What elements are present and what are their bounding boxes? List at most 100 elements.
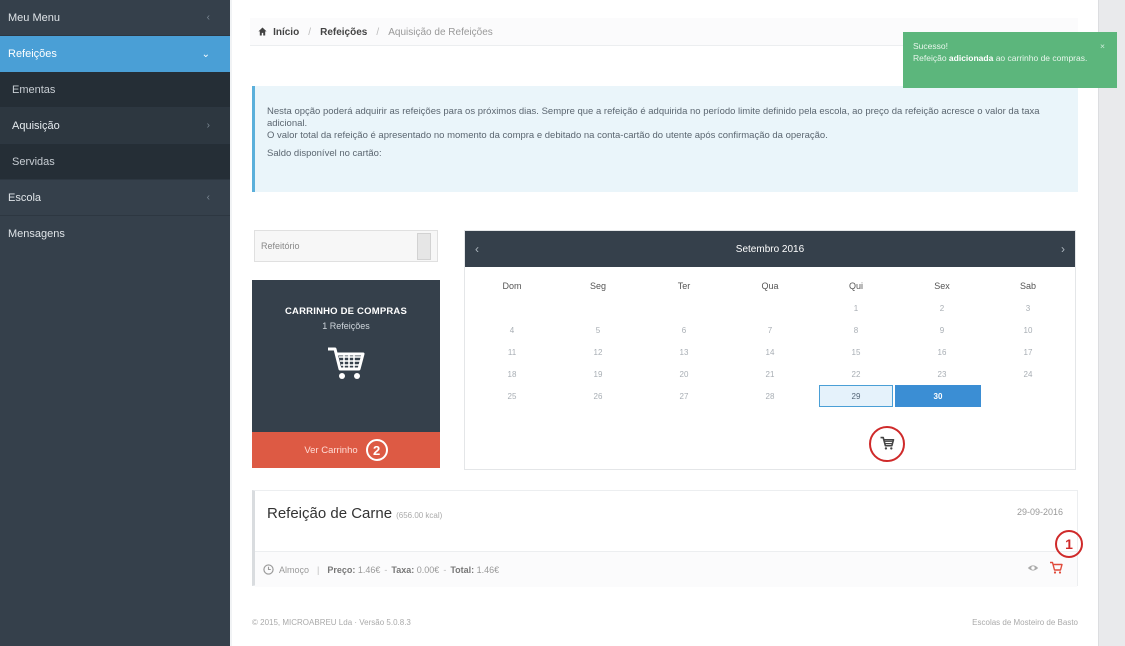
calendar-day[interactable]: 22 [813,363,899,385]
meal-card: Refeição de Carne (656.00 kcal) 29-09-201… [252,490,1078,587]
footer-school: Escolas de Mosteiro de Basto [972,618,1078,627]
calendar-day-today[interactable]: 30 [895,385,981,407]
sidebar-item-aquisicao[interactable]: Aquisição › [0,108,230,144]
calendar-day[interactable]: 21 [727,363,813,385]
scrollbar[interactable] [1098,0,1125,646]
main-content: Início / Refeições / Aquisição de Refeiç… [232,0,1098,646]
calendar-day-header: Seg [589,281,606,291]
sidebar-item-meu-menu[interactable]: Meu Menu ‹ [0,0,230,36]
sidebar: Meu Menu ‹ Refeições ⌄ Ementas Aquisição… [0,0,230,646]
sidebar-item-ementas[interactable]: Ementas [0,72,230,108]
add-to-cart-icon[interactable] [1049,561,1063,574]
calendar-day[interactable]: 13 [641,341,727,363]
calendar-day[interactable]: 4 [469,319,555,341]
sidebar-item-label: Refeições [8,48,57,60]
calendar-day[interactable]: 7 [727,319,813,341]
breadcrumb-refeicoes[interactable]: Refeições [320,27,367,38]
sidebar-item-mensagens[interactable]: Mensagens [0,216,230,252]
calendar-day[interactable]: 11 [469,341,555,363]
calendar-day[interactable]: 20 [641,363,727,385]
calendar-day[interactable]: 24 [985,363,1071,385]
calendar-day-selected[interactable]: 29 [819,385,893,407]
calendar-day[interactable]: 1 [813,297,899,319]
sidebar-item-escola[interactable]: Escola ‹ [0,180,230,216]
calendar-day[interactable]: 23 [899,363,985,385]
calendar-day[interactable]: 9 [899,319,985,341]
calendar-day[interactable]: 25 [469,385,555,407]
toast-message-text: ao carrinho de compras. [993,53,1088,63]
refeitorio-select[interactable]: Refeitório [254,230,438,262]
calendar-day-header: Sab [1019,281,1036,291]
calendar-day-header: Qua [761,281,779,291]
tax-label: Taxa: [391,564,415,575]
cart-added-icon [880,436,895,450]
breadcrumb-separator: / [308,26,312,38]
meal-title: Refeição de Carne (656.00 kcal) [267,505,442,522]
sidebar-item-label: Servidas [12,155,55,168]
divider: | [317,564,320,575]
toast-title: Sucesso! [913,41,948,51]
meal-period: Almoço [279,564,310,575]
meal-kcal: (656.00 kcal) [396,511,443,520]
calendar-next-button[interactable]: › [1061,242,1065,256]
home-icon [258,26,267,36]
chevron-left-icon: ‹ [206,192,210,203]
shopping-cart-icon [328,347,365,379]
close-icon[interactable]: × [1100,40,1105,52]
calendar-day[interactable]: 27 [641,385,727,407]
calendar-day[interactable]: 26 [555,385,641,407]
sidebar-item-servidas[interactable]: Servidas [0,144,230,180]
total-value: 1.46€ [476,564,500,575]
calendar-day[interactable]: 3 [985,297,1071,319]
calendar-day[interactable]: 12 [555,341,641,363]
cart-title: CARRINHO DE COMPRAS [284,306,408,317]
sidebar-item-label: Escola [8,191,42,204]
view-cart-label: Ver Carrinho [304,444,358,456]
info-panel: Nesta opção poderá adquirir as refeições… [252,86,1078,192]
calendar-day[interactable]: 5 [555,319,641,341]
step-marker-2: 2 [365,439,388,461]
sidebar-item-label: Ementas [12,83,56,96]
clock-icon [263,564,274,575]
eye-icon[interactable] [1027,563,1039,573]
calendar-day[interactable]: 17 [985,341,1071,363]
calendar-day-header: Sex [934,281,950,291]
calendar-header: ‹ Setembro 2016 › [465,231,1075,267]
calendar: ‹ Setembro 2016 › Dom Seg Ter Qua Qui Sex Sab 1… [464,230,1076,470]
calendar-day[interactable]: 8 [813,319,899,341]
calendar-day[interactable]: 2 [899,297,985,319]
calendar-day[interactable]: 19 [555,363,641,385]
calendar-day-header: Qui [848,281,863,291]
sidebar-item-label: Aquisição [12,119,60,132]
success-toast: × Sucesso! Refeição adicionada ao carrin… [903,32,1117,88]
total-label: Total: [450,564,475,575]
calendar-day[interactable]: 14 [727,341,813,363]
calendar-day[interactable]: 10 [985,319,1071,341]
calendar-day[interactable]: 18 [469,363,555,385]
calendar-prev-button[interactable]: ‹ [475,242,479,256]
divider: - [384,564,388,575]
footer-copyright: © 2015, MICROABREU Lda · Versão 5.0.8.3 [252,618,411,627]
calendar-day[interactable]: 28 [727,385,813,407]
calendar-day-header: Ter [677,281,691,291]
chevron-left-icon: ‹ [206,12,210,23]
calendar-day-header: Dom [502,281,522,291]
calendar-month-label: Setembro 2016 [735,243,805,255]
calendar-day[interactable]: 16 [899,341,985,363]
step-marker-1: 1 [1055,530,1083,558]
calendar-day[interactable]: 15 [813,341,899,363]
calendar-empty-cell [555,297,641,319]
sidebar-item-refeicoes[interactable]: Refeições ⌄ [0,36,230,72]
calendar-grid: Dom Seg Ter Qua Qui Sex Sab 1 2 3 4 5 6 7 8 9 10 11 12 13 14… [465,267,1075,407]
view-cart-button[interactable]: Ver Carrinho 2 [252,432,440,468]
calendar-day[interactable]: 6 [641,319,727,341]
price-value: 1.46€ [357,564,381,575]
breadcrumb: Início / Refeições / Aquisição de Refeiç… [258,26,493,38]
select-handle[interactable] [417,233,431,260]
divider: - [443,564,447,575]
breadcrumb-home[interactable]: Início [273,27,299,38]
sidebar-item-label: Meu Menu [8,11,60,24]
calendar-empty-cell [641,297,727,319]
select-value: Refeitório [261,241,300,251]
footer: © 2015, MICROABREU Lda · Versão 5.0.8.3 … [252,618,1078,627]
